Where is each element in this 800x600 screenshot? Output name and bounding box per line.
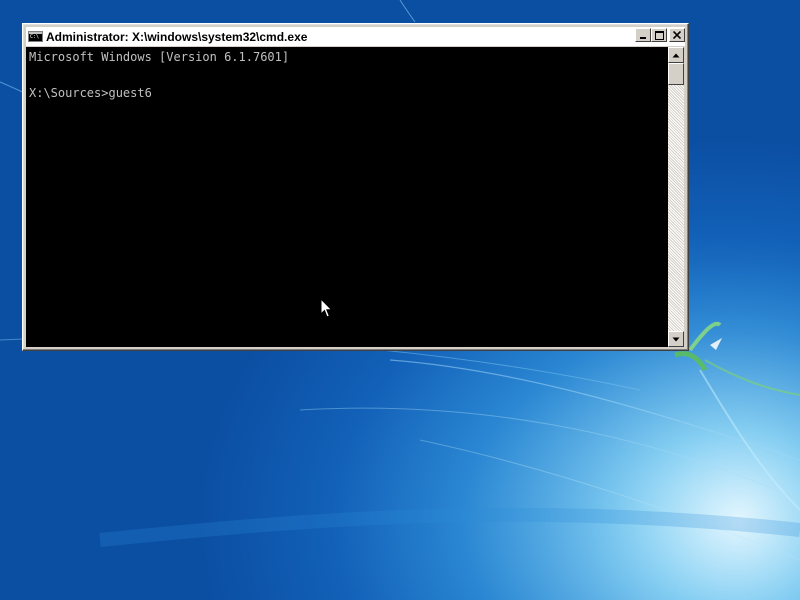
title-bar[interactable]: Administrator: X:\windows\system32\cmd.e… [26, 27, 685, 46]
close-button[interactable] [669, 28, 685, 42]
scroll-up-arrow-icon [672, 53, 680, 57]
vertical-scrollbar[interactable] [668, 47, 684, 347]
maximize-icon [654, 30, 664, 40]
minimize-button[interactable] [635, 28, 651, 42]
scroll-down-button[interactable] [668, 331, 684, 347]
scroll-down-arrow-icon [672, 337, 680, 341]
window-controls [635, 28, 685, 42]
scroll-up-button[interactable] [668, 47, 684, 63]
minimize-icon [640, 37, 646, 39]
scroll-thumb[interactable] [668, 63, 684, 85]
console-line: X:\Sources>guest6 [29, 86, 152, 100]
console-line: Microsoft Windows [Version 6.1.7601] [29, 50, 290, 64]
close-icon [673, 31, 681, 39]
console-app-icon[interactable] [28, 31, 43, 42]
window-title: Administrator: X:\windows\system32\cmd.e… [46, 29, 308, 44]
cmd-window[interactable]: Administrator: X:\windows\system32\cmd.e… [22, 23, 689, 351]
arrow-cursor-icon [320, 298, 333, 318]
maximize-button[interactable] [651, 28, 667, 42]
console-output[interactable]: Microsoft Windows [Version 6.1.7601] X:\… [26, 47, 668, 347]
